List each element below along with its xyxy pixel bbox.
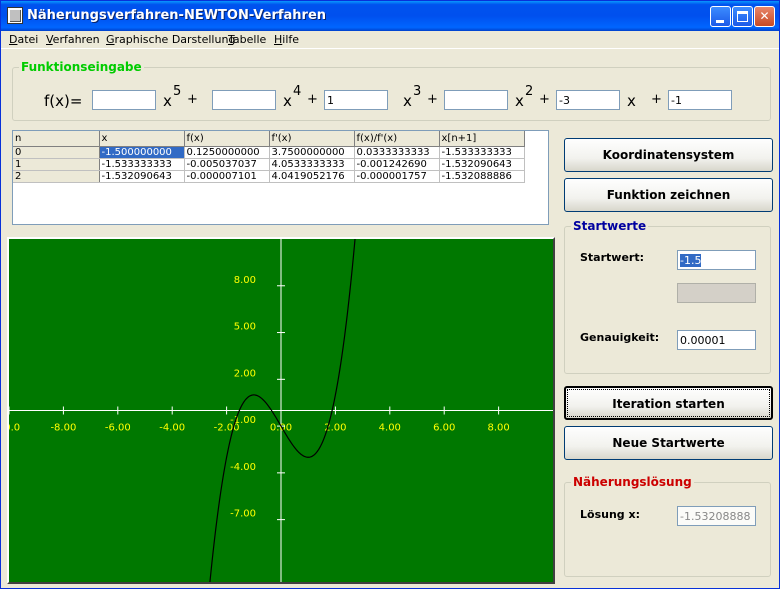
x-tick-label: 4.00 bbox=[379, 423, 401, 434]
table-row[interactable]: 0 -1.500000000 0.1250000000 3.7500000000… bbox=[13, 146, 525, 159]
iteration-table[interactable]: n x f(x) f'(x) f(x)/f'(x) x[n+1] 0 -1.50… bbox=[12, 130, 549, 225]
result-field[interactable]: -1.53208888 bbox=[677, 506, 756, 526]
y-tick-label: 2.00 bbox=[234, 368, 256, 379]
function-plot: 10.0-8.00-6.00-4.00-2.000.002.004.006.00… bbox=[7, 237, 555, 584]
y-tick-label: -7.00 bbox=[230, 509, 256, 520]
result-group: Näherungslösung bbox=[564, 475, 771, 577]
iteration-starten-button[interactable]: Iteration starten bbox=[564, 386, 773, 420]
table-cell[interactable]: -0.000001757 bbox=[354, 170, 440, 183]
table-cell[interactable]: 3.7500000000 bbox=[269, 146, 355, 159]
minimize-icon bbox=[716, 20, 724, 23]
x3-label: x bbox=[403, 92, 412, 110]
x-tick-label: 10.0 bbox=[9, 423, 20, 434]
x-tick-label: -6.00 bbox=[105, 423, 131, 434]
x2-exponent: 2 bbox=[525, 84, 534, 99]
startwert-value: -1.5 bbox=[680, 254, 702, 267]
minimize-button[interactable] bbox=[710, 6, 731, 27]
coefficient-x5-input[interactable] bbox=[92, 90, 156, 110]
table-cell[interactable]: -0.000007101 bbox=[184, 170, 270, 183]
x4-exponent: 4 bbox=[293, 84, 302, 99]
funktion-zeichnen-button[interactable]: Funktion zeichnen bbox=[564, 178, 773, 212]
y-tick-label: 5.00 bbox=[234, 322, 256, 333]
x2-label: x bbox=[515, 92, 524, 110]
table-cell[interactable]: 0.1250000000 bbox=[184, 146, 270, 159]
plot-canvas: 10.0-8.00-6.00-4.00-2.000.002.004.006.00… bbox=[9, 239, 553, 582]
neue-startwerte-button[interactable]: Neue Startwerte bbox=[564, 426, 773, 460]
table-cell[interactable]: 0 bbox=[13, 146, 100, 159]
column-header-x[interactable]: x bbox=[99, 131, 185, 147]
coefficient-x0-input[interactable]: -1 bbox=[668, 90, 732, 110]
table-cell[interactable]: -1.533333333 bbox=[99, 158, 185, 171]
x5-label: x bbox=[163, 92, 172, 110]
app-window: Näherungsverfahren-NEWTON-Verfahren ✕ Da… bbox=[0, 0, 780, 589]
startwert-input[interactable]: -1.5 bbox=[677, 250, 756, 270]
function-prefix: f(x)= bbox=[44, 92, 83, 110]
plus-4: + bbox=[539, 92, 550, 107]
close-button[interactable]: ✕ bbox=[754, 6, 775, 27]
result-label: Lösung x: bbox=[580, 508, 640, 521]
startwerte-title: Startwerte bbox=[571, 219, 649, 233]
plus-2: + bbox=[307, 92, 318, 107]
table-cell[interactable]: -1.532090643 bbox=[439, 158, 525, 171]
genauigkeit-input[interactable]: 0.00001 bbox=[677, 330, 756, 350]
table-cell[interactable]: -0.001242690 bbox=[354, 158, 440, 171]
x3-exponent: 3 bbox=[413, 84, 422, 99]
x-tick-label: -8.00 bbox=[50, 423, 76, 434]
table-cell[interactable]: 4.0533333333 bbox=[269, 158, 355, 171]
table-cell[interactable]: 2 bbox=[13, 170, 100, 183]
coefficient-x4-input[interactable] bbox=[212, 90, 276, 110]
x5-exponent: 5 bbox=[173, 84, 182, 99]
table-cell[interactable]: -1.532088886 bbox=[439, 170, 525, 183]
function-input-title: Funktionseingabe bbox=[19, 60, 144, 74]
table-cell[interactable]: -1.533333333 bbox=[439, 146, 525, 159]
column-header-dfx[interactable]: f'(x) bbox=[269, 131, 355, 147]
y-tick-label: 8.00 bbox=[234, 275, 256, 286]
result-title: Näherungslösung bbox=[571, 475, 694, 489]
menu-verfahren[interactable]: Verfahren bbox=[46, 33, 100, 46]
menu-tabelle[interactable]: Tabelle bbox=[228, 33, 266, 46]
close-icon: ✕ bbox=[759, 9, 770, 23]
table-header-row: n x f(x) f'(x) f(x)/f'(x) x[n+1] bbox=[13, 131, 525, 147]
y-tick-label: -4.00 bbox=[230, 462, 256, 473]
column-header-xnext[interactable]: x[n+1] bbox=[439, 131, 525, 147]
table-cell-selected[interactable]: -1.500000000 bbox=[99, 146, 185, 159]
column-header-quotient[interactable]: f(x)/f'(x) bbox=[354, 131, 440, 147]
maximize-icon bbox=[737, 11, 748, 22]
koordinatensystem-button[interactable]: Koordinatensystem bbox=[564, 138, 773, 172]
x1-label: x bbox=[627, 92, 636, 110]
table-cell[interactable]: -1.532090643 bbox=[99, 170, 185, 183]
table-cell[interactable]: -0.005037037 bbox=[184, 158, 270, 171]
maximize-button[interactable] bbox=[732, 6, 753, 27]
coefficient-x1-input[interactable]: -3 bbox=[556, 90, 620, 110]
table-cell[interactable]: 4.0419052176 bbox=[269, 170, 355, 183]
app-icon[interactable] bbox=[7, 7, 23, 24]
menu-graphische-darstellung[interactable]: Graphische Darstellung bbox=[106, 33, 235, 46]
table-row[interactable]: 1 -1.533333333 -0.005037037 4.0533333333… bbox=[13, 158, 525, 171]
menu-bar: Datei Verfahren Graphische Darstellung T… bbox=[1, 31, 779, 49]
window-title: Näherungsverfahren-NEWTON-Verfahren bbox=[27, 8, 327, 23]
table-row[interactable]: 2 -1.532090643 -0.000007101 4.0419052176… bbox=[13, 170, 525, 183]
column-header-fx[interactable]: f(x) bbox=[184, 131, 270, 147]
column-header-n[interactable]: n bbox=[13, 131, 100, 147]
coefficient-x2-input[interactable] bbox=[444, 90, 508, 110]
x-tick-label: 8.00 bbox=[487, 423, 509, 434]
startwert-label: Startwert: bbox=[580, 251, 644, 264]
x-tick-label: 6.00 bbox=[433, 423, 455, 434]
plus-5: + bbox=[651, 92, 662, 107]
x-tick-label: 0.00 bbox=[270, 423, 292, 434]
menu-datei[interactable]: Datei bbox=[9, 33, 38, 46]
menu-hilfe[interactable]: Hilfe bbox=[274, 33, 299, 46]
genauigkeit-label: Genauigkeit: bbox=[580, 331, 660, 344]
second-startwert-input[interactable] bbox=[677, 283, 756, 303]
x-tick-label: -4.00 bbox=[159, 423, 185, 434]
table-cell[interactable]: 1 bbox=[13, 158, 100, 171]
x4-label: x bbox=[283, 92, 292, 110]
coefficient-x3-input[interactable]: 1 bbox=[324, 90, 388, 110]
title-bar[interactable]: Näherungsverfahren-NEWTON-Verfahren ✕ bbox=[1, 1, 779, 31]
table-cell[interactable]: 0.0333333333 bbox=[354, 146, 440, 159]
plus-3: + bbox=[427, 92, 438, 107]
plus-1: + bbox=[187, 92, 198, 107]
